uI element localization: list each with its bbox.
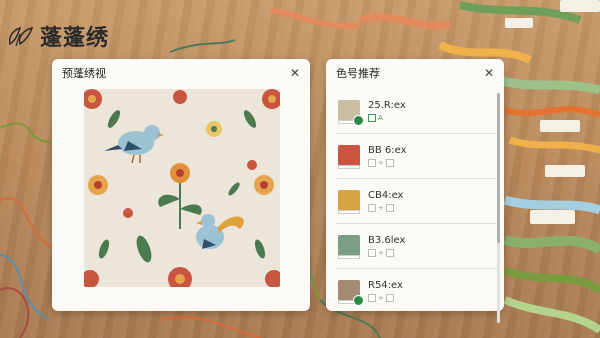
checkbox[interactable] [385, 294, 394, 302]
color-code: R54:ex [368, 280, 403, 291]
selected-indicator [353, 115, 364, 126]
preview-panel-title: 预蓬绣视 [62, 67, 106, 80]
swatch-base [338, 255, 360, 259]
brand-name: 蓬蓬绣 [40, 25, 110, 51]
color-list: 25.R:ex A BB 6:ex + CB4:ex + B3.6lex + R… [336, 89, 500, 307]
leaf-logo-icon [8, 26, 34, 47]
checkbox[interactable] [368, 294, 376, 302]
embroidery-pattern [84, 89, 280, 287]
color-swatch [338, 145, 360, 167]
embroidery-preview-image [84, 89, 280, 287]
plus-icon: + [378, 249, 384, 257]
color-tag: A [378, 114, 383, 122]
checkbox[interactable] [368, 114, 376, 122]
colors-panel-header: 色号推荐 ✕ [326, 59, 504, 87]
checkbox[interactable] [368, 159, 376, 167]
checkbox[interactable] [368, 249, 376, 257]
checkbox[interactable] [368, 204, 376, 212]
color-item[interactable]: CB4:ex + [336, 179, 500, 224]
color-swatch [338, 235, 360, 257]
checkbox[interactable] [385, 249, 394, 257]
color-item[interactable]: B3.6lex + [336, 224, 500, 269]
checkbox[interactable] [385, 159, 394, 167]
scrollbar[interactable] [497, 93, 500, 323]
color-code: 25.R:ex [368, 100, 406, 111]
checkbox[interactable] [385, 204, 394, 212]
plus-icon: + [378, 294, 384, 302]
colors-panel-title: 色号推荐 [336, 67, 380, 80]
color-item[interactable]: BB 6:ex + [336, 134, 500, 179]
selected-indicator [353, 295, 364, 306]
color-item[interactable]: R54:ex + [336, 269, 500, 307]
close-icon[interactable]: ✕ [484, 66, 494, 80]
color-code: B3.6lex [368, 235, 406, 246]
plus-icon: + [378, 204, 384, 212]
plus-icon: + [378, 159, 384, 167]
swatch-base [338, 210, 360, 214]
color-item[interactable]: 25.R:ex A [336, 89, 500, 134]
swatch-base [338, 165, 360, 169]
preview-panel: 预蓬绣视 ✕ [52, 59, 310, 311]
scrollbar-thumb[interactable] [497, 93, 500, 243]
preview-panel-header: 预蓬绣视 ✕ [52, 59, 310, 87]
close-icon[interactable]: ✕ [290, 66, 300, 80]
color-code: CB4:ex [368, 190, 404, 201]
color-code: BB 6:ex [368, 145, 407, 156]
brand-logo: 蓬蓬绣 [6, 20, 109, 52]
color-recommendation-panel: 色号推荐 ✕ 25.R:ex A BB 6:ex + CB4:ex + B3.6… [326, 59, 504, 323]
color-swatch [338, 190, 360, 212]
